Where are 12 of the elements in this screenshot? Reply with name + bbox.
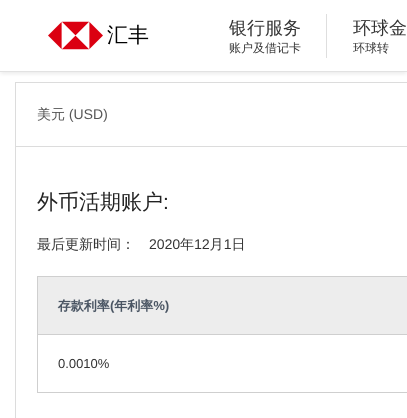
logo-icon[interactable] (48, 19, 103, 52)
updated-date: 2020年12月1日 (149, 235, 246, 254)
currency-label: 美元 (USD) (37, 105, 108, 124)
section-title: 外币活期账户: (37, 190, 170, 216)
nav-subtitle[interactable]: 环球转 (353, 40, 407, 56)
table-cell: 0.0010% (38, 334, 407, 392)
brand-name: 汇丰 (107, 22, 149, 49)
nav-link[interactable]: 银行服务 (229, 16, 301, 40)
column-header: 存款利率(年利率%) (38, 276, 407, 334)
updated-label: 最后更新时间： (37, 235, 135, 254)
nav-subtitle[interactable]: 账户及借记卡 (229, 40, 301, 56)
nav-link[interactable]: 环球金 (353, 16, 407, 40)
